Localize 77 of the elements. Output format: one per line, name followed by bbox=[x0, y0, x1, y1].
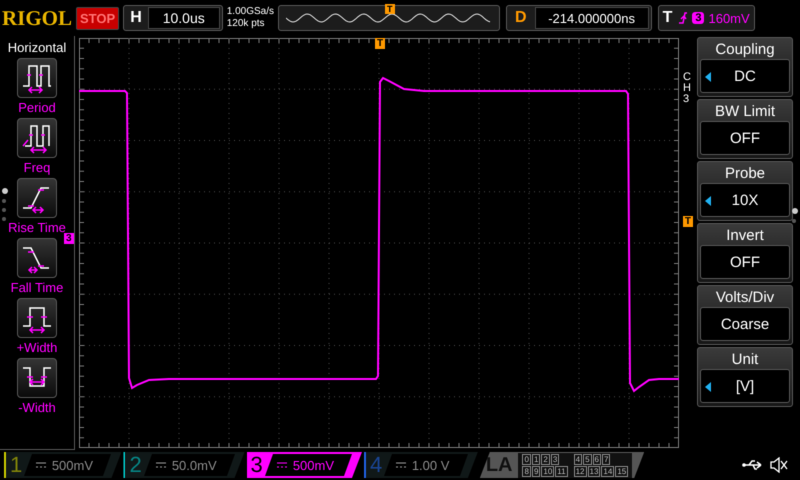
softkey-title: Coupling bbox=[715, 40, 775, 59]
channel-tab[interactable]: 4 1.00 V bbox=[364, 452, 478, 478]
digital-channel: 15 bbox=[615, 466, 628, 476]
softkey-title: Unit bbox=[732, 350, 758, 369]
channel-scale: 500mV bbox=[52, 458, 94, 472]
waveform-overview[interactable]: T bbox=[278, 5, 500, 31]
softkey-title: Probe bbox=[724, 164, 766, 183]
dc-coupling-icon bbox=[36, 462, 46, 468]
digital-channel: 13 bbox=[588, 466, 600, 476]
measure-button[interactable] bbox=[16, 238, 57, 278]
delay-value: -214.000000ns bbox=[534, 7, 649, 29]
digital-channel: 12 bbox=[574, 466, 587, 476]
dc-coupling-icon bbox=[156, 462, 166, 468]
softkey-value[interactable]: Coarse bbox=[700, 307, 790, 341]
logic-analyzer-tab[interactable]: LA 0 1 2 3 4 5 6 7 8 9 10 11 12 13 14 15 bbox=[480, 452, 644, 478]
measure-button[interactable] bbox=[16, 178, 57, 218]
channel-offset-marker[interactable]: 3 bbox=[64, 233, 74, 244]
channel-tab[interactable]: 3 500mV bbox=[246, 452, 362, 478]
digital-channel: 7 bbox=[602, 454, 610, 464]
digital-channel: 14 bbox=[601, 466, 614, 476]
trigger-panel[interactable]: T 3 160mV bbox=[658, 5, 755, 31]
measure-label: Rise Time bbox=[8, 220, 66, 235]
rising-edge-icon bbox=[678, 11, 688, 25]
channel-scale: 1.00 V bbox=[412, 458, 450, 472]
channel-tab[interactable]: 2 50.0mV bbox=[123, 452, 245, 478]
memory-depth: 120k pts bbox=[226, 18, 266, 30]
digital-channel: 5 bbox=[583, 454, 592, 464]
measure-label: Fall Time bbox=[10, 280, 64, 295]
softkey-value[interactable]: OFF bbox=[700, 245, 790, 279]
dc-coupling-icon bbox=[276, 462, 287, 468]
softkey-title: BW Limit bbox=[715, 102, 775, 121]
digital-channel: 1 bbox=[532, 454, 540, 464]
delay-panel[interactable]: D -214.000000ns bbox=[506, 5, 652, 31]
trigger-level: 160mV bbox=[708, 10, 751, 26]
menu-title: Horizontal bbox=[8, 39, 66, 57]
channel-label: CH3 bbox=[683, 72, 692, 105]
measure-label: Period bbox=[18, 100, 56, 115]
measure-label: -Width bbox=[18, 400, 56, 415]
digital-channel: 10 bbox=[541, 466, 554, 476]
delay-label: D bbox=[514, 9, 528, 27]
softkey-title: Volts/Div bbox=[716, 288, 774, 307]
trigger-source: 3 bbox=[692, 12, 704, 24]
brand-logo: RIGOL bbox=[2, 6, 72, 30]
measure-label: Freq bbox=[24, 160, 50, 175]
softkey-value[interactable]: 10X bbox=[700, 183, 790, 217]
softkey-value[interactable]: [V] bbox=[700, 369, 790, 403]
measure-button[interactable] bbox=[17, 118, 57, 158]
channel-scale: 50.0mV bbox=[172, 458, 217, 472]
timebase-value: 10.0us bbox=[148, 7, 220, 29]
trigger-level-marker[interactable]: T bbox=[682, 216, 693, 227]
digital-channel: 11 bbox=[555, 466, 568, 476]
digital-channel: 4 bbox=[574, 454, 582, 464]
measure-button[interactable] bbox=[17, 358, 57, 398]
speaker-muted-icon bbox=[770, 457, 788, 473]
measure-button[interactable] bbox=[16, 298, 57, 338]
softkey-value[interactable]: OFF bbox=[700, 121, 790, 155]
channel-scale: 500mV bbox=[292, 458, 334, 472]
measure-label: +Width bbox=[16, 340, 58, 355]
digital-channel: 3 bbox=[550, 454, 560, 464]
trigger-label: T bbox=[662, 9, 674, 27]
timebase-panel[interactable]: H 10.0us bbox=[123, 5, 223, 31]
dc-coupling-icon bbox=[396, 462, 406, 468]
measure-button[interactable] bbox=[17, 58, 57, 98]
digital-channel: 8 bbox=[522, 466, 531, 476]
trigger-position-marker: T bbox=[375, 38, 386, 49]
trigger-position-marker: T bbox=[385, 4, 395, 14]
sine-wave-icon bbox=[286, 11, 492, 25]
softkey-title: Invert bbox=[726, 226, 764, 245]
timebase-label: H bbox=[129, 9, 143, 27]
digital-channel: 6 bbox=[592, 454, 601, 464]
softkey-value[interactable]: DC bbox=[700, 59, 790, 93]
digital-channel: 0 bbox=[522, 454, 531, 464]
usb-icon bbox=[742, 459, 764, 471]
digital-channel: 9 bbox=[532, 466, 540, 476]
sample-rate: 1.00GSa/s bbox=[226, 6, 274, 18]
channel-tab[interactable]: 1 500mV bbox=[4, 452, 122, 478]
digital-channel: 2 bbox=[541, 454, 550, 464]
